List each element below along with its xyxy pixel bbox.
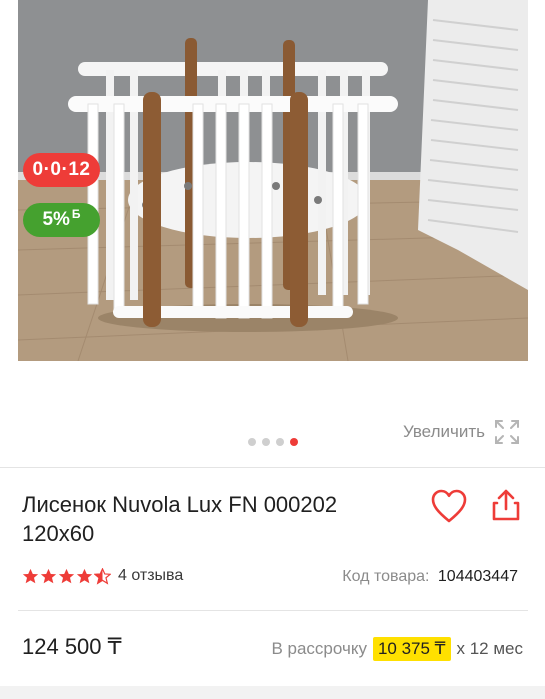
star-half-icon [94, 567, 111, 585]
zoom-button[interactable]: Увеличить [403, 418, 521, 446]
installment-info[interactable]: В рассрочку 10 375 ₸ х 12 мес [271, 637, 523, 661]
product-code-label: Код товара: [342, 568, 430, 585]
product-price: 124 500 ₸ [22, 634, 122, 659]
product-code: Код товара: 104403447 [342, 568, 518, 586]
product-code-value: 104403447 [437, 568, 518, 585]
gallery-dot[interactable] [276, 438, 284, 446]
star-icon [40, 568, 57, 583]
star-icon [22, 568, 39, 583]
star-icon [58, 568, 75, 583]
gallery-dot-active[interactable] [290, 438, 298, 446]
installment-label: В рассрочку [271, 639, 367, 658]
star-icon [76, 568, 93, 583]
bottom-strip [0, 686, 545, 699]
expand-icon [495, 420, 519, 444]
divider [0, 467, 545, 468]
share-icon[interactable] [488, 487, 524, 523]
rating[interactable]: 4 отзыва [22, 567, 183, 585]
gallery-dot[interactable] [248, 438, 256, 446]
gallery-pagination [248, 438, 298, 446]
heart-icon[interactable] [430, 488, 468, 524]
bonus-unit: Б [71, 207, 81, 221]
installment-badge-text: 0·0·12 [32, 159, 91, 180]
bonus-percent: 5% [42, 209, 70, 230]
bonus-badge: 5% Б [23, 203, 100, 237]
zoom-label: Увеличить [403, 422, 485, 441]
installment-term: х 12 мес [456, 639, 524, 658]
gallery-dot[interactable] [262, 438, 270, 446]
product-title: Лисенок Nuvola Lux FN 000202 120x60 [22, 492, 338, 546]
installment-amount: 10 375 ₸ [372, 637, 451, 661]
reviews-link[interactable]: 4 отзыва [118, 567, 183, 585]
divider [18, 610, 528, 611]
installment-badge: 0·0·12 [23, 153, 100, 187]
